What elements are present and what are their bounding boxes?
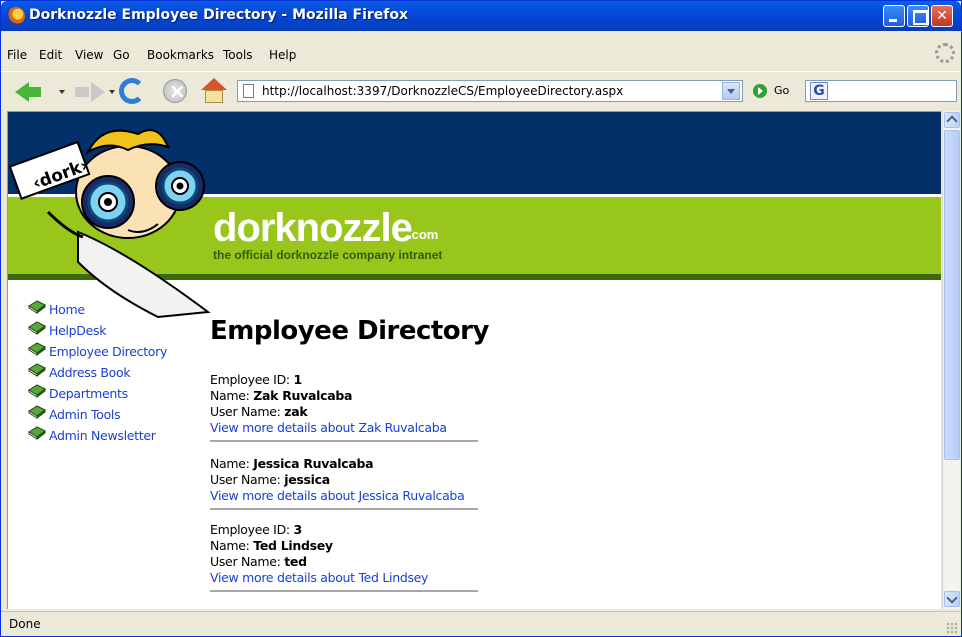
employee-id-label: Employee ID: — [210, 372, 294, 387]
nav-link-label[interactable]: Departments — [49, 386, 128, 401]
site-logo-text: dorknozzle — [213, 206, 413, 250]
nav-link-label[interactable]: Employee Directory — [49, 344, 167, 359]
url-bar[interactable]: http://localhost:3397/DorknozzleCS/Emplo… — [237, 80, 743, 102]
browser-window: Dorknozzle Employee Directory - Mozilla … — [0, 0, 962, 637]
employee-name-label: Name: — [210, 388, 254, 403]
nav-link-label[interactable]: Home — [49, 302, 85, 317]
forward-dropdown-icon[interactable] — [109, 90, 115, 94]
employee-user-label: User Name: — [210, 472, 285, 487]
close-icon: ✕ — [936, 8, 948, 24]
title-bar: Dorknozzle Employee Directory - Mozilla … — [1, 1, 961, 31]
employee-user-line: User Name: zak — [210, 404, 480, 420]
page-icon — [243, 84, 254, 98]
firefox-icon — [7, 7, 25, 25]
employee-record: Name: Jessica Ruvalcaba User Name: jessi… — [210, 456, 480, 510]
book-icon — [28, 321, 46, 335]
menu-bar: File Edit View Go Bookmarks Tools Help — [1, 45, 961, 67]
book-icon — [28, 342, 46, 356]
menu-bookmarks[interactable]: Bookmarks — [147, 48, 214, 62]
employee-name-label: Name: — [210, 538, 254, 553]
employee-record: Employee ID: 3 Name: Ted Lindsey User Na… — [210, 522, 480, 592]
google-search-icon[interactable]: G — [810, 82, 828, 100]
menu-go[interactable]: Go — [113, 48, 130, 62]
site-tagline: the official dorknozzle company intranet — [213, 248, 443, 262]
employee-details-link[interactable]: View more details about Zak Ruvalcaba — [210, 420, 480, 436]
page-title: Employee Directory — [210, 316, 489, 346]
employee-user-line: User Name: jessica — [210, 472, 480, 488]
close-button[interactable]: ✕ — [931, 5, 953, 27]
employee-id-label: Employee ID: — [210, 522, 294, 537]
go-button[interactable]: Go — [774, 84, 789, 97]
scroll-up-icon[interactable] — [944, 112, 960, 128]
url-dropdown-icon[interactable] — [722, 82, 740, 100]
status-text: Done — [9, 617, 41, 631]
menu-help[interactable]: Help — [269, 48, 296, 62]
record-divider — [210, 590, 478, 592]
employee-name-label: Name: — [210, 456, 254, 471]
status-bar: Done — [1, 611, 961, 636]
employee-name-value: Jessica Ruvalcaba — [253, 456, 374, 471]
scroll-down-icon[interactable] — [944, 591, 960, 607]
navigation-toolbar: http://localhost:3397/DorknozzleCS/Emplo… — [1, 71, 961, 109]
employee-name-line: Name: Jessica Ruvalcaba — [210, 456, 480, 472]
url-text[interactable]: http://localhost:3397/DorknozzleCS/Emplo… — [262, 84, 623, 98]
employee-id-value: 3 — [293, 522, 302, 537]
maximize-icon — [908, 6, 928, 26]
forward-icon[interactable] — [75, 82, 105, 102]
minimize-button[interactable] — [883, 5, 905, 27]
employee-name-line: Name: Zak Ruvalcaba — [210, 388, 480, 404]
search-input[interactable]: G — [805, 80, 957, 102]
record-divider — [210, 440, 478, 442]
page-content: dorknozzle .com the official dorknozzle … — [7, 111, 941, 609]
book-icon — [28, 426, 46, 440]
home-roof — [201, 78, 227, 90]
employee-name-line: Name: Ted Lindsey — [210, 538, 480, 554]
employee-user-label: User Name: — [210, 404, 285, 419]
stop-icon[interactable] — [163, 79, 187, 103]
nav-link-label[interactable]: HelpDesk — [49, 323, 106, 338]
employee-details-link[interactable]: View more details about Jessica Ruvalcab… — [210, 488, 480, 504]
nav-link-label[interactable]: Admin Tools — [49, 407, 121, 422]
book-icon — [28, 300, 46, 314]
mascot-illustration: ‹dork› — [8, 129, 211, 319]
employee-details-link[interactable]: View more details about Ted Lindsey — [210, 570, 480, 586]
menu-edit[interactable]: Edit — [39, 48, 62, 62]
home-icon[interactable] — [201, 78, 227, 104]
home-wall — [205, 90, 223, 103]
employee-user-label: User Name: — [210, 554, 285, 569]
menu-tools[interactable]: Tools — [223, 48, 253, 62]
employee-name-value: Ted Lindsey — [253, 538, 333, 553]
back-dropdown-icon[interactable] — [59, 90, 65, 94]
employee-user-value: jessica — [284, 472, 330, 487]
nav-link-label[interactable]: Address Book — [49, 365, 131, 380]
employee-record: Employee ID: 1 Name: Zak Ruvalcaba User … — [210, 372, 480, 442]
scrollbar-thumb[interactable] — [944, 130, 960, 460]
record-divider — [210, 508, 478, 510]
minimize-icon — [884, 6, 904, 26]
book-icon — [28, 384, 46, 398]
menu-view[interactable]: View — [75, 48, 103, 62]
throbber-icon — [935, 43, 955, 63]
resize-grip-icon[interactable] — [946, 622, 958, 634]
employee-id-line: Employee ID: 3 — [210, 522, 480, 538]
maximize-button[interactable] — [907, 5, 929, 27]
book-icon — [28, 405, 46, 419]
book-icon — [28, 363, 46, 377]
nav-link-label[interactable]: Admin Newsletter — [49, 428, 156, 443]
site-logo-dotcom: .com — [408, 227, 439, 242]
vertical-scrollbar[interactable] — [942, 111, 960, 609]
employee-id-line: Employee ID: 1 — [210, 372, 480, 388]
employee-name-value: Zak Ruvalcaba — [253, 388, 353, 403]
back-icon[interactable] — [15, 82, 41, 102]
reload-icon[interactable] — [119, 78, 145, 104]
employee-user-line: User Name: ted — [210, 554, 480, 570]
go-icon[interactable] — [753, 84, 767, 98]
employee-user-value: ted — [284, 554, 307, 569]
employee-id-value: 1 — [293, 372, 302, 387]
employee-user-value: zak — [284, 404, 308, 419]
menu-file[interactable]: File — [7, 48, 27, 62]
window-title: Dorknozzle Employee Directory - Mozilla … — [29, 7, 409, 23]
